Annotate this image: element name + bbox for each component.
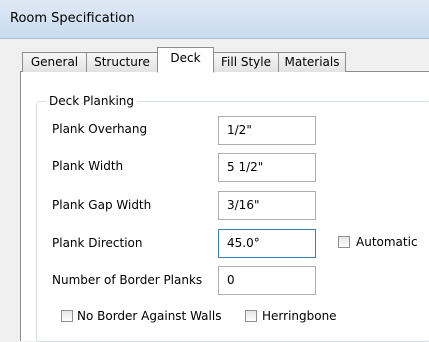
plank-direction-field[interactable]: 45.0° <box>218 229 316 258</box>
herringbone-checkbox[interactable] <box>245 310 257 322</box>
no-border-against-walls-checkbox[interactable] <box>61 310 73 322</box>
plank-width-field[interactable]: 5 1/2" <box>218 153 316 182</box>
plank-overhang-field[interactable]: 1/2" <box>218 116 316 145</box>
window-title: Room Specification <box>10 11 135 26</box>
plank-width-value: 5 1/2" <box>227 160 264 174</box>
plank-width-label: Plank Width <box>52 159 124 173</box>
tab-structure[interactable]: Structure <box>86 52 158 72</box>
title-bar: Room Specification <box>0 0 429 39</box>
plank-gap-width-field[interactable]: 3/16" <box>218 191 316 220</box>
tab-general[interactable]: General <box>22 52 87 72</box>
border-planks-field[interactable]: 0 <box>218 266 316 295</box>
tab-deck[interactable]: Deck <box>157 47 214 73</box>
plank-overhang-label: Plank Overhang <box>52 122 148 136</box>
room-specification-dialog: Room Specification General Structure Dec… <box>0 0 429 342</box>
plank-gap-width-label: Plank Gap Width <box>52 198 152 212</box>
no-border-against-walls-label: No Border Against Walls <box>77 309 222 323</box>
group-title: Deck Planking <box>46 94 138 108</box>
border-planks-label: Number of Border Planks <box>52 273 203 287</box>
border-planks-value: 0 <box>227 273 235 287</box>
plank-direction-label: Plank Direction <box>52 236 143 250</box>
tab-materials[interactable]: Materials <box>278 52 346 72</box>
plank-overhang-value: 1/2" <box>227 123 252 137</box>
plank-gap-width-value: 3/16" <box>227 198 260 212</box>
automatic-checkbox[interactable] <box>338 236 350 248</box>
tab-fill-style[interactable]: Fill Style <box>213 52 279 72</box>
plank-direction-value: 45.0° <box>227 236 260 250</box>
automatic-label: Automatic <box>356 235 418 249</box>
herringbone-label: Herringbone <box>262 309 337 323</box>
